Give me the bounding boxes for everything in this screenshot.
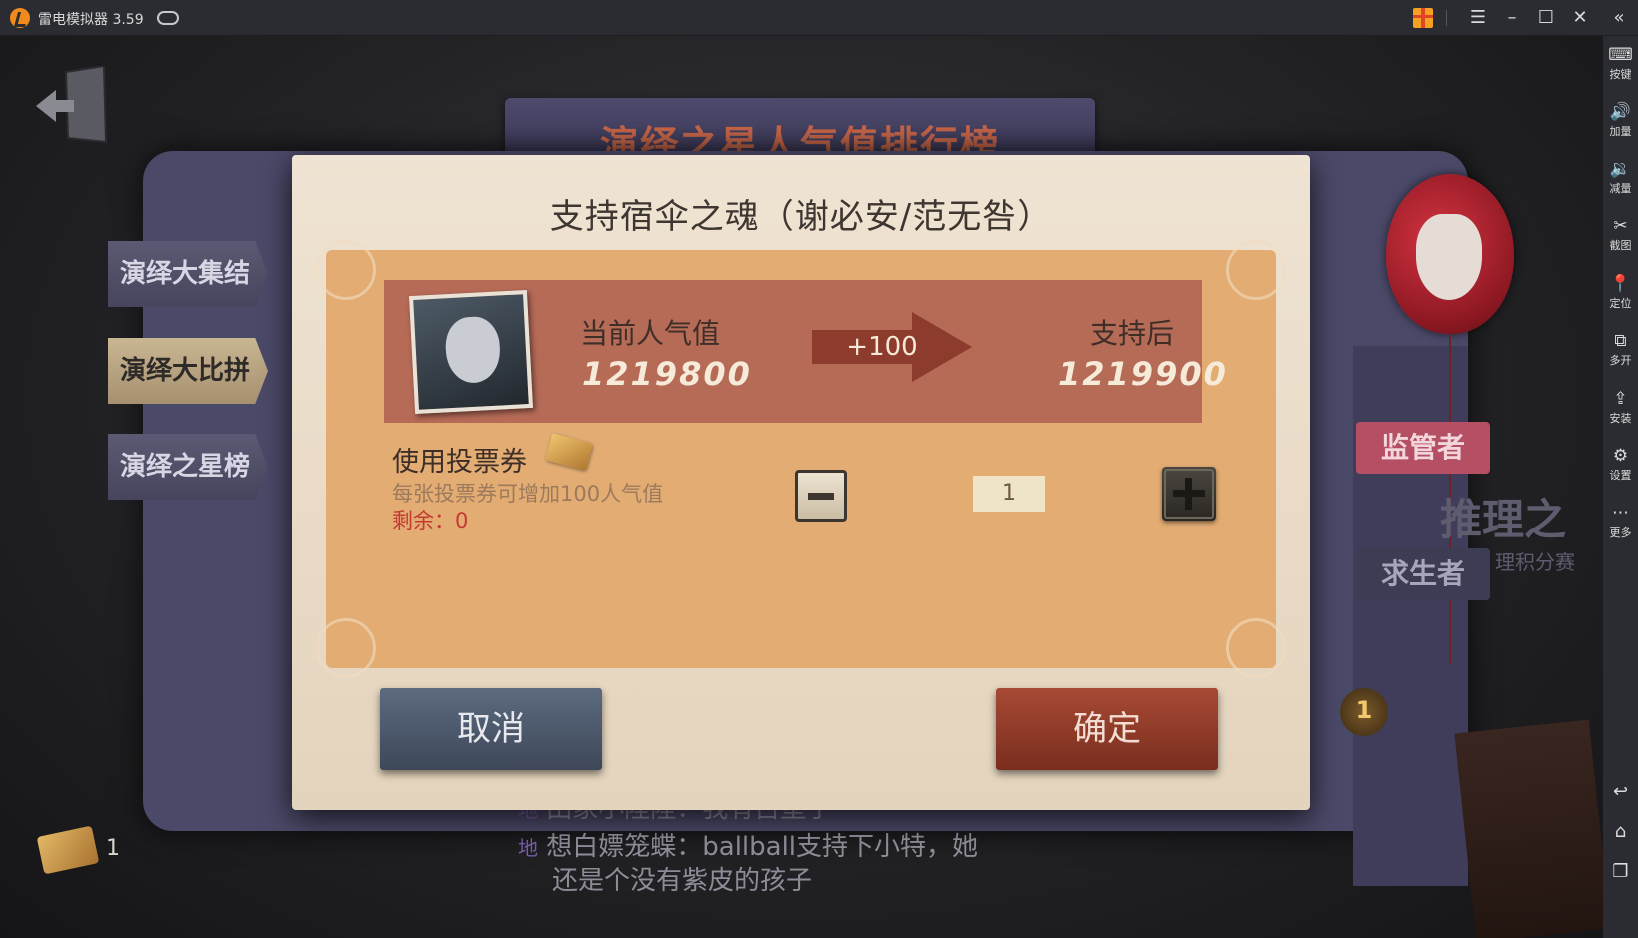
multi-window-icon: ⧉ (1614, 331, 1627, 351)
tab-competition[interactable]: 演绎大比拼 (108, 338, 268, 404)
chat-tag: 地 (518, 836, 538, 860)
sidebar-label: 减量 (1609, 182, 1632, 195)
chat-text: 想白嫖笼蝶：ballball支持下小特，她 (546, 832, 979, 862)
dialog-title: 支持宿伞之魂（谢必安/范无咎） (549, 197, 1053, 237)
faded-subheading: 理积分赛 (1495, 550, 1575, 574)
decrease-quantity-button[interactable] (795, 470, 847, 522)
character-face-icon (444, 315, 502, 385)
keyboard-icon: ⌨ (1608, 45, 1633, 65)
faded-heading: 推理之 (1440, 495, 1567, 544)
sidebar-label: 设置 (1609, 469, 1632, 482)
character-portrait (408, 289, 534, 415)
corner-ornament (316, 240, 376, 300)
scissors-icon: ✂ (1613, 216, 1628, 236)
location-button[interactable]: 📍 定位 (1603, 271, 1638, 323)
after-support-value: 1219900 (1058, 355, 1228, 393)
maximize-button[interactable]: ☐ (1531, 4, 1561, 32)
emulator-title-bar: 雷电模拟器 3.59 ☰ – ☐ ✕ « (0, 0, 1638, 36)
remaining-tickets: 剩余：0 (392, 509, 469, 533)
location-pin-icon: 📍 (1609, 274, 1632, 294)
home-icon[interactable]: ⌂ (1603, 816, 1638, 848)
volume-up-button[interactable]: 🔊 加量 (1603, 99, 1638, 151)
sidebar-label: 更多 (1609, 526, 1632, 539)
crown-rank-number: 1 (1355, 696, 1373, 724)
volume-up-icon: 🔊 (1609, 102, 1632, 122)
increment-value: +100 (846, 332, 918, 362)
recent-apps-icon[interactable]: ❐ (1603, 856, 1638, 888)
increase-quantity-button[interactable] (1162, 467, 1216, 521)
gamepad-icon[interactable] (157, 11, 179, 25)
gear-icon: ⚙ (1612, 446, 1629, 466)
tab-gathering[interactable]: 演绎大集结 (108, 241, 268, 307)
confirm-button[interactable]: 确定 (996, 688, 1218, 770)
cancel-button[interactable]: 取消 (380, 688, 602, 770)
corner-ornament (1226, 618, 1286, 678)
screenshot-button[interactable]: ✂ 截图 (1603, 213, 1638, 265)
tab-star-ranking[interactable]: 演绎之星榜 (108, 434, 268, 500)
sidebar-label: 加量 (1609, 125, 1632, 138)
menu-button[interactable]: ☰ (1463, 4, 1493, 32)
collapse-sidebar-button[interactable]: « (1604, 4, 1634, 32)
ticket-description: 每张投票券可增加100人气值 (392, 482, 664, 506)
back-icon[interactable]: ↩ (1603, 776, 1638, 808)
sidebar-label: 定位 (1609, 297, 1632, 310)
multi-instance-button[interactable]: ⧉ 多开 (1603, 328, 1638, 380)
minimize-button[interactable]: – (1497, 4, 1527, 32)
more-button[interactable]: ⋯ 更多 (1603, 500, 1638, 552)
close-button[interactable]: ✕ (1565, 4, 1595, 32)
app-logo-icon (10, 8, 30, 28)
gift-icon[interactable] (1413, 8, 1433, 28)
sidebar-label: 安装 (1609, 412, 1632, 425)
book-icon (1454, 719, 1603, 938)
plus-icon (1164, 469, 1214, 519)
current-popularity-value: 1219800 (582, 355, 752, 393)
volume-down-button[interactable]: 🔉 减量 (1603, 156, 1638, 208)
app-name: 雷电模拟器 3.59 (38, 12, 144, 28)
title-divider (1446, 10, 1447, 26)
crown-rank-icon[interactable]: 1 (1340, 688, 1388, 736)
apk-icon: ⇪ (1613, 389, 1628, 409)
tab-hunter[interactable]: 监管者 (1356, 422, 1490, 474)
settings-button[interactable]: ⚙ 设置 (1603, 443, 1638, 495)
sidebar-label: 截图 (1609, 239, 1632, 252)
chat-line: 地 想白嫖笼蝶：ballball支持下小特，她 (518, 826, 978, 863)
install-apk-button[interactable]: ⇪ 安装 (1603, 386, 1638, 438)
corner-ornament (316, 618, 376, 678)
emulator-sidebar: ⌨ 按键 🔊 加量 🔉 减量 ✂ 截图 📍 定位 ⧉ 多开 ⇪ 安装 ⚙ 设置 … (1603, 36, 1638, 938)
use-ticket-label: 使用投票券 (392, 447, 527, 478)
current-popularity-label: 当前人气值 (580, 317, 721, 350)
balloon-icon (1386, 174, 1514, 334)
corner-ornament (1226, 240, 1286, 300)
after-support-label: 支持后 (1090, 317, 1175, 350)
tab-survivor[interactable]: 求生者 (1356, 548, 1490, 600)
chat-line: 还是个没有紫皮的孩子 (552, 860, 812, 897)
clown-mask-icon (1416, 214, 1482, 300)
exit-icon[interactable] (34, 66, 110, 146)
sidebar-label: 按键 (1609, 68, 1632, 81)
ticket-count: 1 (106, 836, 120, 861)
volume-down-icon: 🔉 (1609, 159, 1632, 179)
quantity-field[interactable]: 1 (973, 476, 1045, 512)
chat-text: 还是个没有紫皮的孩子 (552, 866, 813, 896)
sidebar-label: 多开 (1609, 354, 1632, 367)
more-icon: ⋯ (1612, 503, 1629, 523)
keymap-button[interactable]: ⌨ 按键 (1603, 42, 1638, 94)
ticket-icon[interactable] (36, 825, 100, 875)
